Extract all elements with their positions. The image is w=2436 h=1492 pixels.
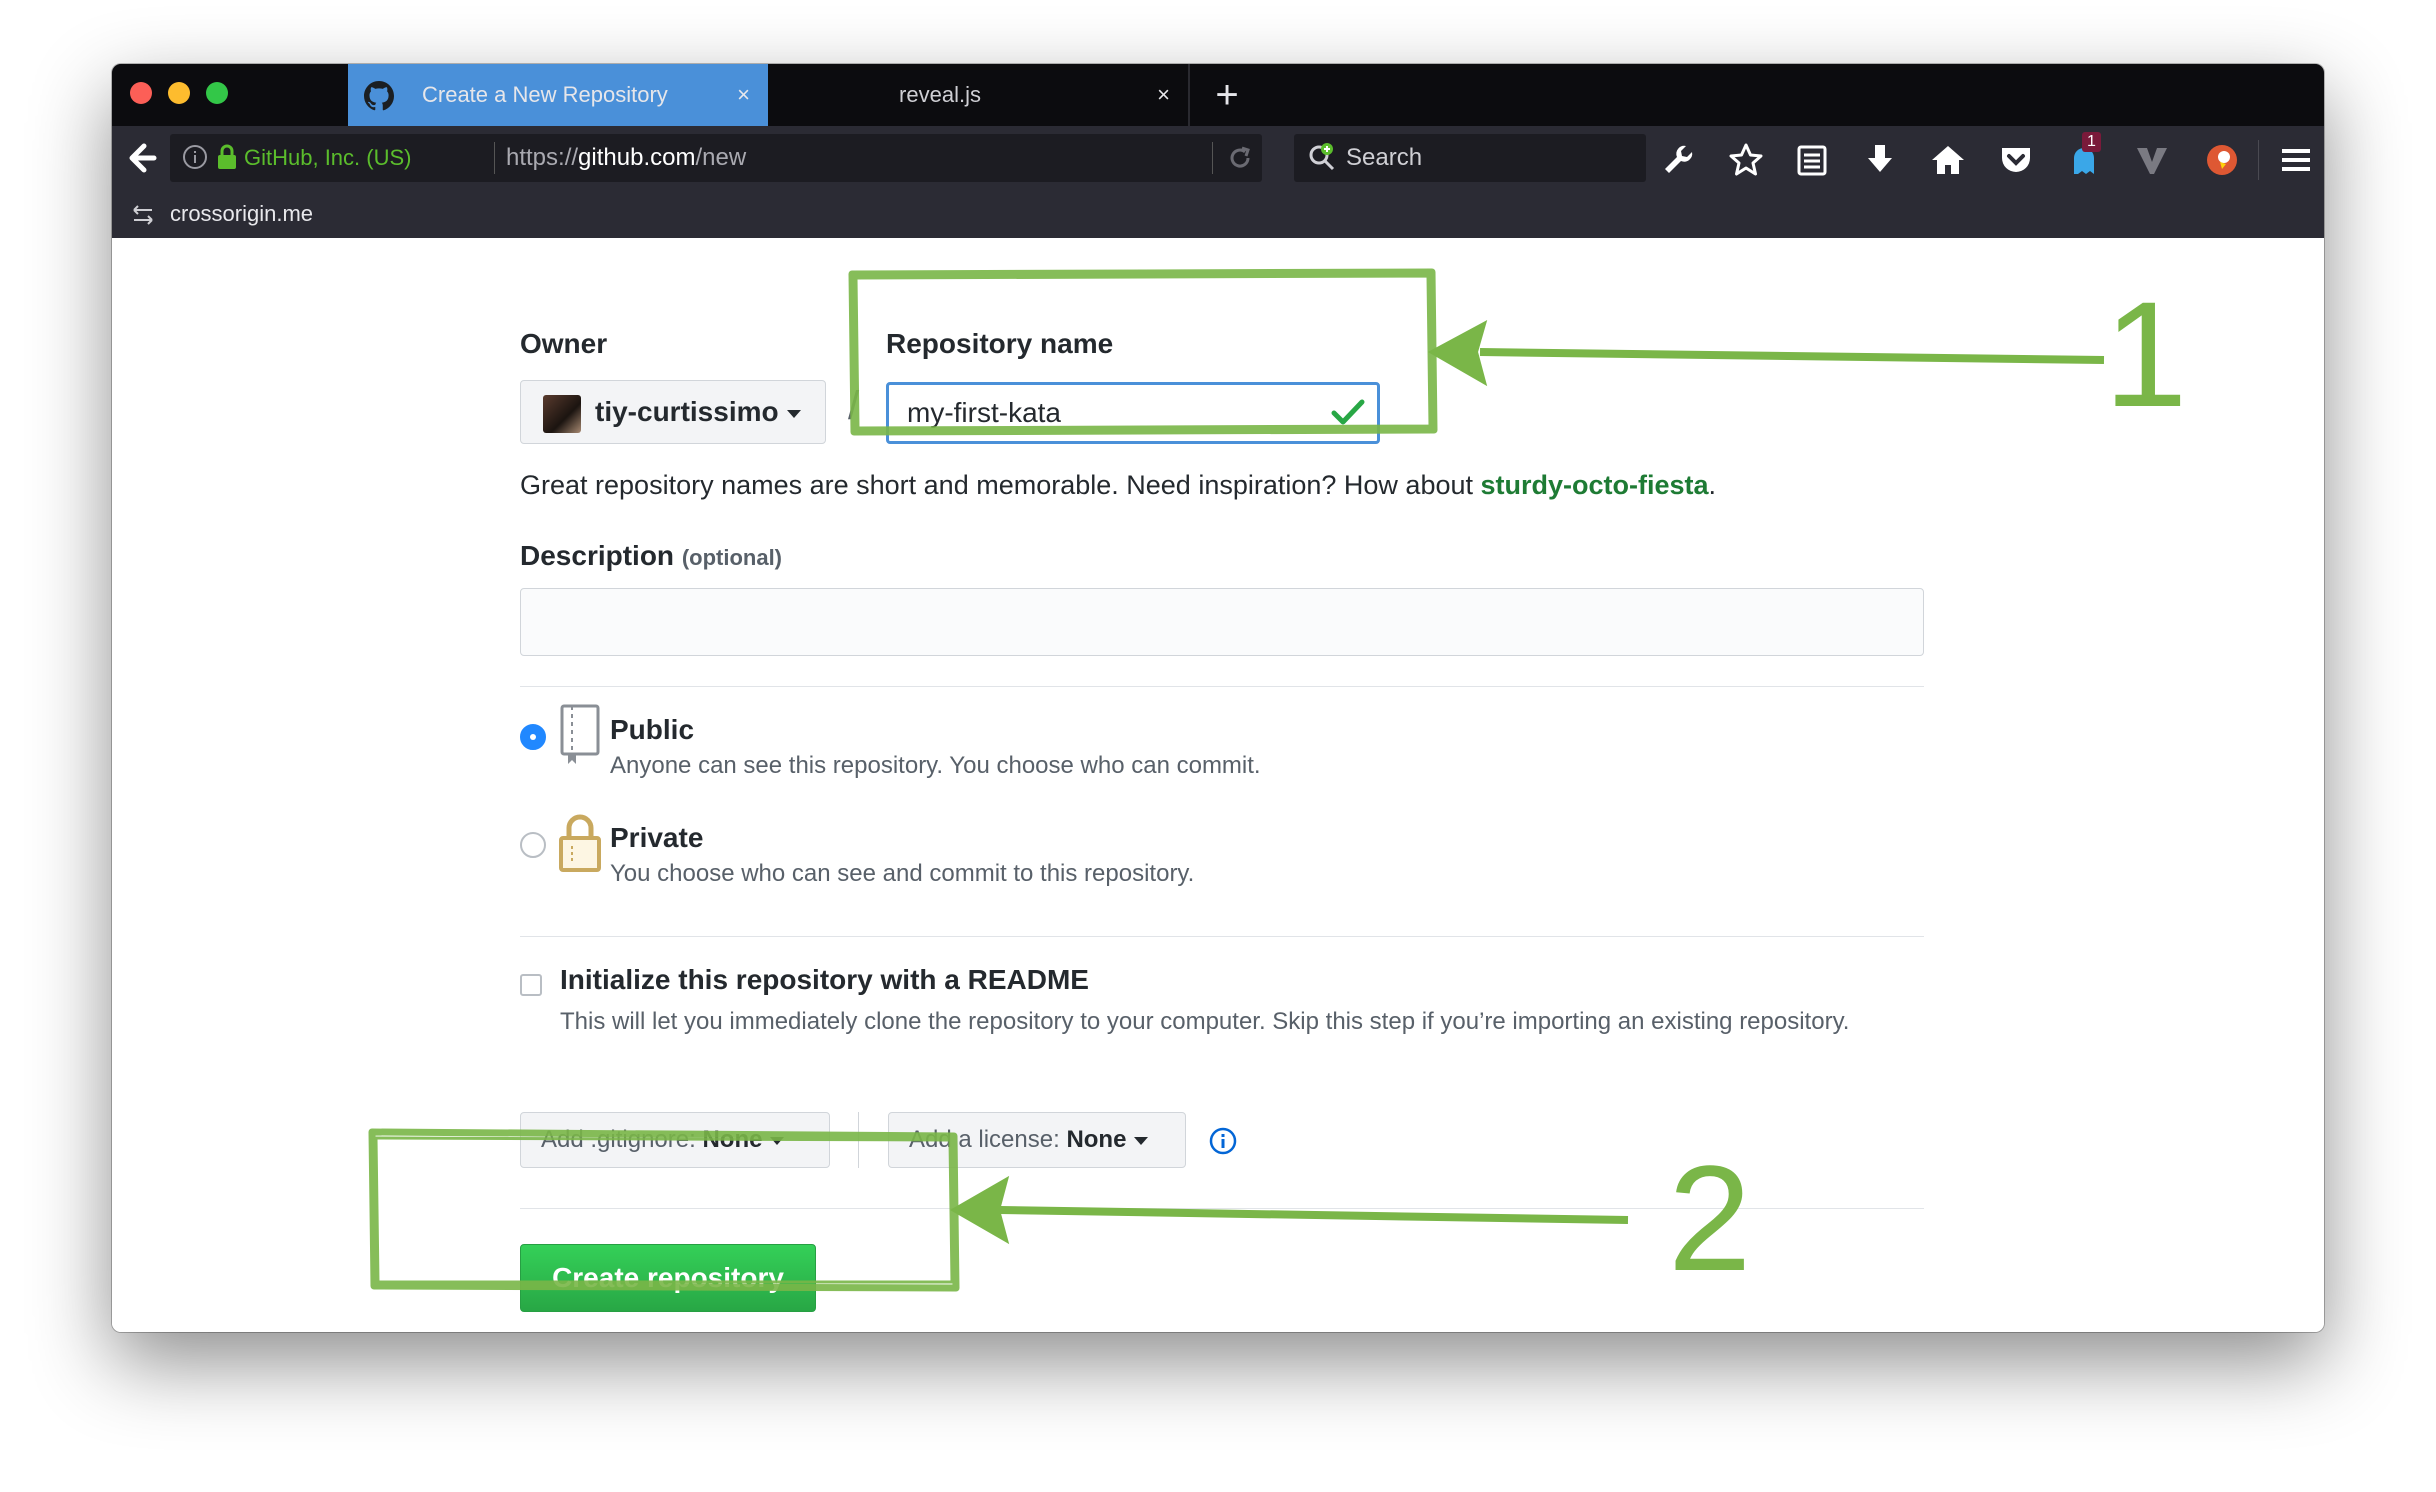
repo-name-value: my-first-kata (907, 397, 1061, 428)
caret-down-icon (1134, 1136, 1149, 1145)
repo-name-hint: Great repository names are short and mem… (520, 470, 1716, 501)
pocket-icon[interactable] (1996, 140, 2036, 180)
check-icon (1331, 399, 1365, 425)
caret-down-icon (786, 409, 801, 418)
caret-down-icon (770, 1136, 785, 1145)
ghostery-extension[interactable]: 1 (2064, 132, 2104, 180)
private-radio[interactable] (520, 832, 546, 858)
lock-icon (559, 814, 601, 872)
owner-select[interactable]: tiy-curtissimo (520, 380, 826, 444)
private-title: Private (610, 822, 704, 853)
license-label: Add a license: (909, 1126, 1060, 1153)
github-icon (364, 81, 394, 111)
browser-window: Create a New Repository × reveal.js × + … (112, 64, 2324, 1332)
repo-book-icon (560, 704, 600, 764)
url-prefix: https:// (506, 144, 579, 171)
description-label-text: Description (520, 540, 675, 571)
url-divider (1212, 142, 1213, 174)
vimium-icon[interactable] (2132, 140, 2172, 180)
ev-identity: GitHub, Inc. (US) (244, 145, 412, 170)
search-bar[interactable]: Search (1294, 134, 1646, 182)
license-value: None (1066, 1126, 1127, 1153)
hint-end: . (1708, 470, 1717, 500)
tab-revealjs[interactable]: reveal.js × (770, 64, 1188, 126)
select-separator (858, 1112, 859, 1168)
hint-suggestion-link[interactable]: sturdy-octo-fiesta (1481, 470, 1709, 500)
home-icon[interactable] (1928, 140, 1968, 180)
search-placeholder: Search (1346, 144, 1423, 171)
bookmarks-toolbar: crossorigin.me (112, 190, 2324, 238)
gitignore-value: None (702, 1126, 763, 1153)
duckduckgo-icon[interactable] (2202, 140, 2242, 180)
search-icon (1309, 143, 1335, 171)
description-optional: (optional) (681, 545, 783, 570)
avatar (543, 395, 581, 433)
private-description: You choose who can see and commit to thi… (610, 860, 1195, 887)
tab-close-icon[interactable]: × (1157, 64, 1170, 126)
bookmark-crossorigin[interactable]: crossorigin.me (170, 190, 313, 238)
new-tab-button[interactable]: + (1202, 70, 1252, 120)
init-readme-description: This will let you immediately clone the … (560, 1008, 1850, 1035)
repo-name-input[interactable]: my-first-kata (886, 382, 1380, 444)
minimize-window-button[interactable] (168, 82, 190, 104)
hamburger-menu-icon[interactable] (2276, 140, 2316, 180)
owner-repo-slash: / (848, 384, 860, 428)
bookmarks-list-icon[interactable] (1792, 140, 1832, 180)
init-readme-title: Initialize this repository with a README (560, 964, 1089, 995)
info-icon[interactable] (1208, 1126, 1238, 1156)
tab-bar: Create a New Repository × reveal.js × + (112, 64, 2324, 126)
toolbar-divider (2258, 140, 2259, 180)
divider (520, 686, 1924, 687)
description-label: Description (optional) (520, 540, 782, 572)
gitignore-label: Add .gitignore: (541, 1126, 696, 1153)
tab-create-repository[interactable]: Create a New Repository × (348, 64, 768, 126)
public-description: Anyone can see this repository. You choo… (610, 752, 1261, 779)
hint-text: Great repository names are short and mem… (520, 470, 1481, 500)
url-bar[interactable]: GitHub, Inc. (US) https://github.com/new (170, 134, 1262, 182)
swap-arrows-icon (133, 205, 153, 225)
divider (520, 936, 1924, 937)
owner-value-wrap: tiy-curtissimo (595, 381, 801, 443)
browser-chrome: Create a New Repository × reveal.js × + … (112, 64, 2324, 238)
tab-title: Create a New Repository (422, 82, 668, 107)
repo-name-label: Repository name (886, 328, 1114, 359)
info-icon[interactable] (182, 144, 208, 170)
bookmark-star-icon[interactable] (1726, 140, 1766, 180)
reload-icon[interactable] (1226, 144, 1254, 172)
url-text[interactable]: https://github.com/new (506, 134, 746, 182)
wrench-icon[interactable] (1658, 140, 1698, 180)
public-radio[interactable] (520, 724, 546, 750)
url-divider (494, 142, 495, 174)
description-input[interactable] (520, 588, 1924, 656)
tab-title: reveal.js (899, 82, 981, 107)
init-readme-checkbox[interactable] (520, 974, 542, 996)
download-icon[interactable] (1860, 140, 1900, 180)
annotation-step-1: 1 (2104, 270, 2188, 438)
create-repository-button[interactable]: Create repository (520, 1244, 816, 1312)
notification-badge: 1 (2082, 132, 2101, 152)
close-window-button[interactable] (130, 82, 152, 104)
tab-separator (1188, 64, 1190, 126)
gitignore-select[interactable]: Add .gitignore: None (520, 1112, 830, 1168)
url-domain: github.com (578, 144, 696, 171)
owner-value: tiy-curtissimo (595, 396, 779, 427)
page-content: Owner Repository name tiy-curtissimo / m… (112, 238, 2324, 1332)
owner-label: Owner (520, 328, 608, 359)
license-select[interactable]: Add a license: None (888, 1112, 1186, 1168)
back-arrow-icon[interactable] (122, 138, 162, 178)
url-path: /new (695, 144, 747, 171)
annotation-step-2: 2 (1668, 1134, 1752, 1302)
public-title: Public (610, 714, 695, 745)
tab-close-icon[interactable]: × (737, 64, 750, 126)
lock-icon (218, 144, 236, 169)
zoom-window-button[interactable] (206, 82, 228, 104)
